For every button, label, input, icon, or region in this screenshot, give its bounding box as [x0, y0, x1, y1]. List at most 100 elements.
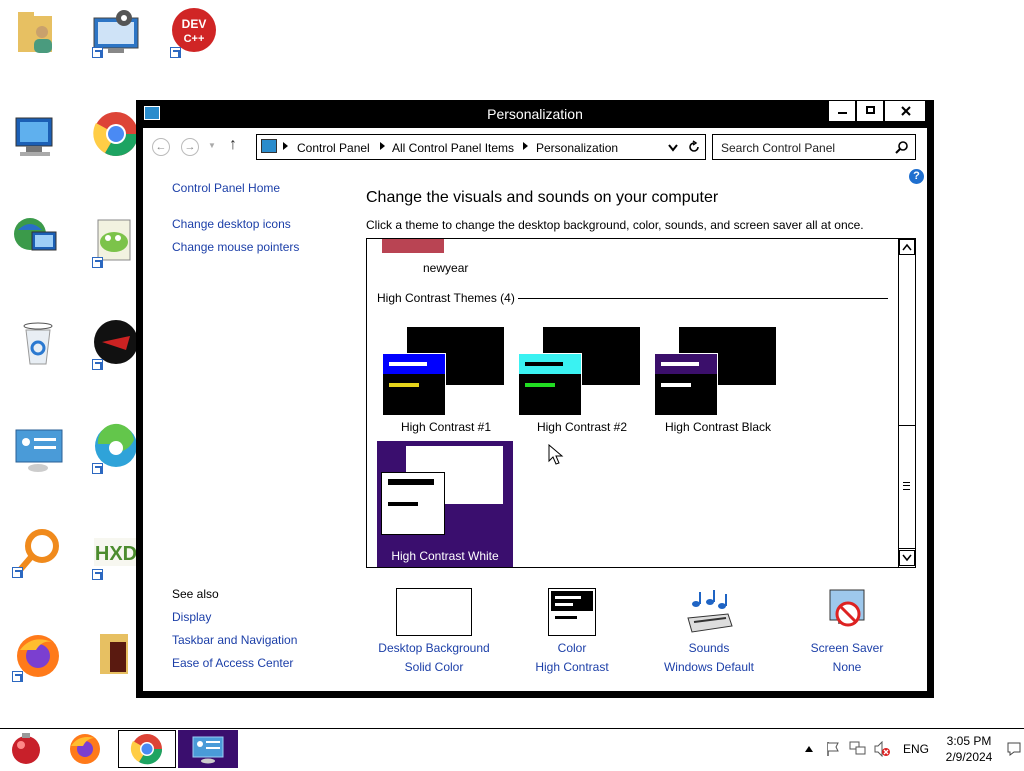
- maximize-button[interactable]: [856, 100, 884, 122]
- up-button[interactable]: ↑: [229, 136, 237, 154]
- svg-text:DEV: DEV: [182, 17, 207, 31]
- personalization-window: Personalization ← → ▼ ↑ Control Panel Al…: [136, 100, 934, 698]
- breadcrumb-control-panel[interactable]: Control Panel: [297, 141, 370, 155]
- search-box[interactable]: Search Control Panel: [712, 134, 916, 160]
- breadcrumb-separator-icon: [380, 142, 385, 150]
- setting-value: None: [832, 660, 862, 674]
- volume-muted-icon[interactable]: [873, 741, 891, 757]
- theme-preview-window: [518, 353, 582, 416]
- taskbar-control-panel[interactable]: [178, 730, 238, 768]
- svg-text:C++: C++: [184, 33, 205, 45]
- page-title: Change the visuals and sounds on your co…: [366, 189, 719, 206]
- themes-scrollbar[interactable]: [898, 239, 915, 567]
- network-tray-icon[interactable]: [849, 741, 867, 757]
- page-subtitle: Click a theme to change the desktop back…: [366, 218, 864, 232]
- breadcrumb-personalization[interactable]: Personalization: [536, 141, 618, 155]
- user-folder-icon[interactable]: [12, 6, 64, 58]
- setting-caption: Desktop Background: [378, 641, 490, 655]
- scroll-up-button[interactable]: [899, 239, 915, 255]
- mouse-cursor-icon: [548, 444, 564, 465]
- control-panel-small-icon: [261, 139, 277, 153]
- address-bar[interactable]: Control Panel All Control Panel Items Pe…: [256, 134, 706, 160]
- clock-date: 2/9/2024: [945, 750, 993, 764]
- minimize-icon: [838, 112, 847, 114]
- chevron-down-icon[interactable]: [667, 143, 679, 153]
- close-icon: [901, 106, 911, 116]
- back-button[interactable]: ←: [152, 138, 170, 156]
- scroll-thumb[interactable]: [899, 425, 915, 549]
- title-bar[interactable]: Personalization: [136, 100, 934, 128]
- scroll-down-button[interactable]: [899, 550, 915, 566]
- minimize-button[interactable]: [828, 100, 856, 122]
- previous-theme-thumbnail[interactable]: [382, 239, 444, 253]
- grip-icon: [903, 482, 910, 490]
- firefox-icon[interactable]: [12, 630, 64, 682]
- section-divider: [518, 298, 888, 299]
- notification-icon[interactable]: [1006, 741, 1022, 757]
- chevron-up-icon: [902, 243, 912, 251]
- desktop-background-setting[interactable]: Desktop Background Solid Color: [364, 588, 504, 674]
- control-panel-2-icon: [192, 736, 224, 764]
- theme-preview-window: [654, 353, 718, 416]
- screen-saver-icon: [829, 589, 865, 627]
- previous-theme-label[interactable]: newyear: [423, 261, 468, 275]
- theme-high-contrast-black[interactable]: High Contrast Black: [650, 322, 786, 448]
- theme-label: High Contrast Black: [664, 420, 772, 434]
- theme-high-contrast-2[interactable]: High Contrast #2: [514, 322, 650, 448]
- search-icon[interactable]: [895, 140, 909, 154]
- dev-cpp-icon[interactable]: DEV C++: [170, 6, 222, 58]
- sidebar-control-panel-home[interactable]: Control Panel Home: [172, 181, 280, 195]
- screen-saver-setting[interactable]: Screen Saver None: [777, 588, 917, 674]
- color-icon: [548, 588, 596, 636]
- clock-time: 3:05 PM: [946, 734, 992, 748]
- control-panel-2-icon[interactable]: [12, 424, 64, 476]
- sounds-icon: [687, 590, 733, 633]
- themes-list[interactable]: newyear High Contrast Themes (4) High Co…: [366, 238, 916, 568]
- see-also-ease-of-access[interactable]: Ease of Access Center: [172, 656, 293, 670]
- close-button[interactable]: [884, 100, 926, 122]
- theme-high-contrast-white[interactable]: High Contrast White: [377, 441, 513, 567]
- search-input[interactable]: Search Control Panel: [721, 141, 835, 155]
- taskbar-chrome[interactable]: [118, 730, 176, 768]
- control-panel-icon[interactable]: [92, 6, 144, 58]
- setting-value: Solid Color: [404, 660, 464, 674]
- breadcrumb-all-items[interactable]: All Control Panel Items: [392, 141, 514, 155]
- breadcrumb-separator-icon: [523, 142, 528, 150]
- sounds-setting[interactable]: Sounds Windows Default: [639, 588, 779, 674]
- search-tool-icon[interactable]: [12, 526, 64, 578]
- show-hidden-icons-icon[interactable]: [804, 744, 814, 754]
- start-orb-icon: [12, 733, 40, 764]
- sidebar-change-mouse-pointers[interactable]: Change mouse pointers: [172, 240, 299, 254]
- setting-caption: Sounds: [688, 641, 730, 655]
- chrome-icon: [130, 734, 163, 765]
- recycle-bin-icon[interactable]: [12, 318, 64, 370]
- sidebar-change-desktop-icons[interactable]: Change desktop icons: [172, 217, 291, 231]
- refresh-icon[interactable]: [687, 140, 701, 154]
- see-also-heading: See also: [172, 587, 219, 601]
- recent-locations-icon[interactable]: ▼: [208, 141, 216, 150]
- setting-value: Windows Default: [663, 660, 755, 674]
- setting-caption: Color: [557, 641, 587, 655]
- language-indicator[interactable]: ENG: [903, 742, 929, 756]
- forward-button[interactable]: →: [181, 138, 199, 156]
- start-button[interactable]: [0, 730, 56, 768]
- see-also-taskbar-navigation[interactable]: Taskbar and Navigation: [172, 633, 297, 647]
- breadcrumb-separator-icon: [283, 142, 288, 150]
- taskbar-firefox[interactable]: [57, 730, 113, 768]
- svg-text:HXD: HXD: [95, 543, 137, 565]
- help-icon[interactable]: ?: [909, 169, 924, 184]
- window-title: Personalization: [487, 106, 583, 122]
- this-pc-icon[interactable]: [12, 114, 64, 166]
- window-client: ← → ▼ ↑ Control Panel All Control Panel …: [143, 128, 927, 691]
- action-center-flag-icon[interactable]: [825, 741, 841, 757]
- theme-section-title: High Contrast Themes (4): [377, 291, 515, 305]
- maximize-icon: [866, 106, 875, 114]
- network-icon[interactable]: [12, 214, 64, 266]
- color-setting[interactable]: Color High Contrast: [502, 588, 642, 674]
- theme-high-contrast-1[interactable]: High Contrast #1: [378, 322, 514, 448]
- clock[interactable]: 3:05 PM 2/9/2024: [940, 733, 998, 765]
- theme-label: High Contrast #1: [400, 420, 492, 434]
- chevron-down-icon: [902, 554, 912, 562]
- theme-label: High Contrast #2: [536, 420, 628, 434]
- see-also-display[interactable]: Display: [172, 610, 211, 624]
